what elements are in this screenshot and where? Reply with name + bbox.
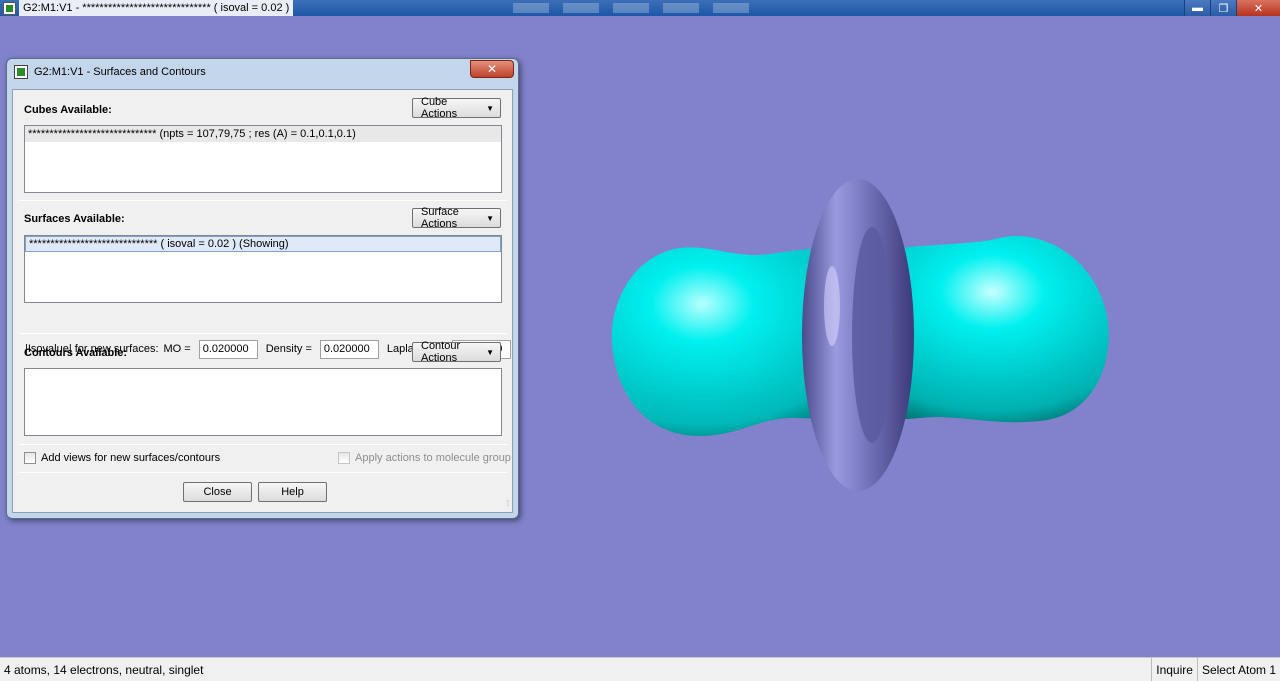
add-views-option[interactable]: Add views for new surfaces/contours — [24, 452, 220, 464]
dialog-titlebar[interactable]: G2:M1:V1 - Surfaces and Contours ✕ — [7, 59, 518, 84]
surface-list-item[interactable]: ****************************** ( isoval … — [25, 236, 501, 252]
molecule-info-status: 4 atoms, 14 electrons, neutral, singlet — [4, 662, 204, 677]
section-divider — [19, 200, 507, 201]
surfaces-available-label: Surfaces Available: — [24, 213, 125, 225]
dropdown-caret-icon: ▼ — [486, 213, 494, 223]
add-views-checkbox[interactable] — [24, 452, 36, 464]
contour-actions-label: Contour Actions — [421, 340, 461, 364]
contours-available-label: Contours Available: — [24, 347, 128, 359]
surfaces-list[interactable]: ****************************** ( isoval … — [24, 235, 502, 303]
cube-actions-label: Cube Actions — [421, 96, 458, 120]
blurred-item — [513, 3, 550, 13]
close-button[interactable]: Close — [183, 482, 252, 502]
apply-actions-option: Apply actions to molecule group — [338, 452, 511, 464]
apply-actions-label: Apply actions to molecule group — [355, 452, 511, 464]
dialog-app-icon — [14, 64, 28, 79]
taskbar-blur — [513, 3, 750, 13]
contour-actions-button[interactable]: Contour Actions ▼ — [412, 340, 501, 364]
mode-status: Inquire — [1151, 657, 1197, 681]
add-views-label: Add views for new surfaces/contours — [41, 452, 221, 464]
blurred-item — [713, 3, 750, 13]
window-controls: ▬ ❐ ✕ — [1184, 0, 1280, 16]
blurred-item — [613, 3, 650, 13]
surface-actions-button[interactable]: Surface Actions ▼ — [412, 206, 501, 230]
action-status: Select Atom 1 — [1196, 657, 1280, 681]
main-window-title: G2:M1:V1 - *****************************… — [19, 0, 294, 16]
section-divider — [19, 444, 507, 445]
density-isovalue-input[interactable] — [319, 339, 379, 359]
status-bar: 4 atoms, 14 electrons, neutral, singlet … — [0, 657, 1280, 681]
dialog-close-x-button[interactable]: ✕ — [470, 60, 514, 78]
mo-isovalue-input[interactable] — [198, 339, 258, 359]
help-button[interactable]: Help — [258, 482, 327, 502]
gaussview-app-icon — [3, 1, 16, 15]
cubes-available-label: Cubes Available: — [24, 104, 112, 116]
close-window-button[interactable]: ✕ — [1236, 0, 1280, 16]
cubes-list[interactable]: ****************************** (npts = 1… — [24, 125, 502, 193]
minimize-button[interactable]: ▬ — [1184, 0, 1210, 16]
surface-actions-label: Surface Actions — [421, 206, 459, 230]
blurred-item — [663, 3, 700, 13]
cube-list-item[interactable]: ****************************** (npts = 1… — [25, 126, 501, 142]
mo-label: MO = — [163, 343, 191, 355]
dialog-title: G2:M1:V1 - Surfaces and Contours — [34, 65, 206, 78]
resize-grip-icon[interactable]: ⁞ — [499, 499, 509, 509]
section-divider — [19, 472, 507, 473]
blurred-item — [563, 3, 600, 13]
apply-actions-checkbox — [338, 452, 350, 464]
dialog-body: Cubes Available: Cube Actions ▼ ********… — [12, 89, 513, 513]
maximize-button[interactable]: ❐ — [1210, 0, 1236, 16]
dropdown-caret-icon: ▼ — [486, 103, 494, 113]
section-divider — [19, 333, 507, 334]
density-label: Density = — [265, 343, 312, 355]
main-window-titlebar: G2:M1:V1 - *****************************… — [0, 0, 1280, 16]
surfaces-contours-dialog: G2:M1:V1 - Surfaces and Contours ✕ Cubes… — [6, 58, 519, 519]
dropdown-caret-icon: ▼ — [486, 347, 494, 357]
cube-actions-button[interactable]: Cube Actions ▼ — [412, 96, 501, 120]
contours-list[interactable] — [24, 368, 502, 436]
